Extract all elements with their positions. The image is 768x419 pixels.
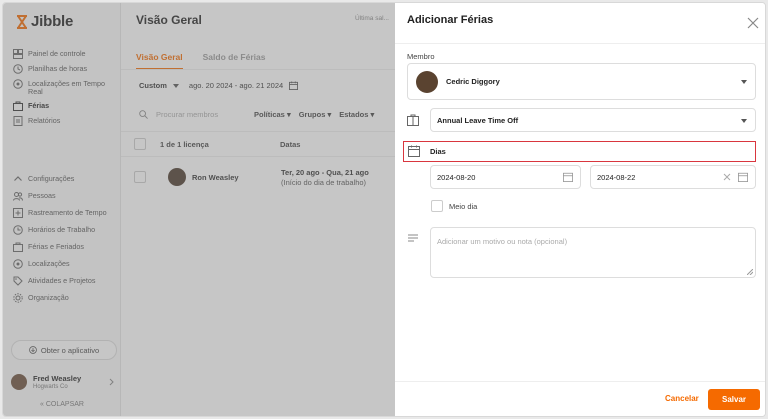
panel-divider [395,43,765,44]
leave-type-select[interactable]: Annual Leave Time Off [430,108,756,132]
note-textarea[interactable]: Adicionar um motivo ou nota (opcional) [430,227,756,278]
add-leave-panel: Adicionar Férias Membro Cedric Diggory A… [395,3,765,416]
leave-type-value: Annual Leave Time Off [437,115,519,125]
app-window: Jibble Painel de controle Planilhas de h… [2,2,766,417]
panel-title: Adicionar Férias [407,14,494,26]
calendar-icon[interactable] [738,172,748,182]
clear-icon[interactable] [723,173,731,181]
modal-overlay[interactable] [3,3,395,416]
days-option[interactable]: Dias [403,141,756,162]
close-icon[interactable] [747,17,759,29]
start-date-input[interactable]: 2024-08-20 [430,165,581,189]
resize-handle-icon[interactable] [747,269,753,275]
chevron-down-icon [741,80,747,84]
avatar [416,70,438,93]
cancel-button[interactable]: Cancelar [665,394,699,403]
start-date-value: 2024-08-20 [437,172,476,182]
save-button[interactable]: Salvar [708,389,760,410]
note-placeholder: Adicionar um motivo ou nota (opcional) [437,237,568,246]
notes-icon [408,234,418,242]
member-label: Membro [407,52,435,61]
footer-divider [395,381,765,382]
member-name: Cedric Diggory [446,77,500,86]
member-select[interactable]: Cedric Diggory [407,63,756,100]
half-day-option[interactable]: Meio dia [431,200,477,212]
half-day-checkbox[interactable] [431,200,443,212]
calendar-icon[interactable] [563,172,573,182]
chevron-down-icon [741,119,747,123]
end-date-value: 2024-08-22 [597,172,636,182]
end-date-input[interactable]: 2024-08-22 [590,165,756,189]
half-day-label: Meio dia [449,201,478,211]
days-label: Dias [430,147,446,156]
briefcase-icon [407,114,419,126]
calendar-icon [408,145,420,157]
